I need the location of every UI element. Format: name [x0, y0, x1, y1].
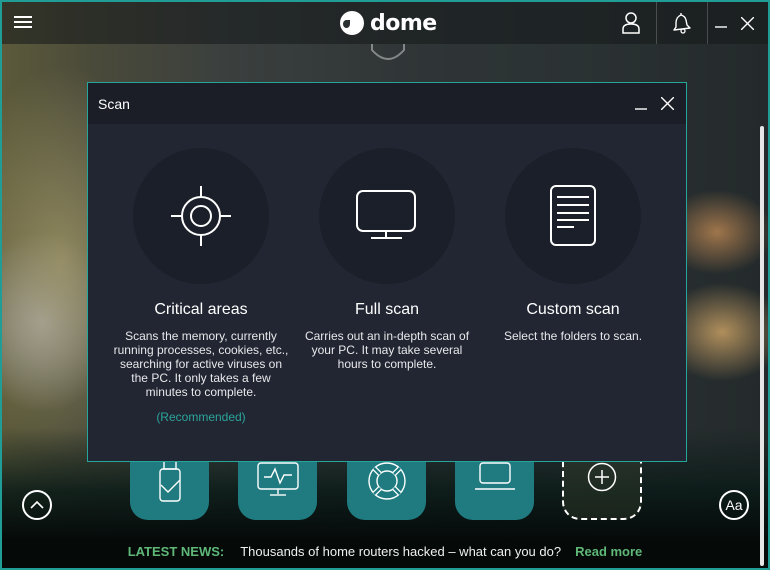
- add-icon: [587, 462, 617, 492]
- laptop-icon: [474, 462, 515, 490]
- tile-pc-monitor[interactable]: [238, 457, 317, 520]
- option-title: Custom scan: [526, 301, 620, 318]
- tile-devices[interactable]: [455, 457, 534, 520]
- dialog-title: Scan: [98, 95, 130, 112]
- font-size-button[interactable]: Aa: [719, 490, 749, 520]
- app-window: dome Aa LATEST NEWS: Thousands of home r…: [0, 0, 770, 570]
- chevron-up-icon: [30, 500, 44, 509]
- option-description: Carries out an in-depth scan of your PC.…: [304, 329, 470, 371]
- news-headline[interactable]: Thousands of home routers hacked – what …: [240, 544, 561, 559]
- minimize-icon: [715, 26, 727, 28]
- logo: dome: [340, 10, 437, 36]
- dialog-header: Scan: [88, 83, 686, 124]
- option-description: Scans the memory, currently running proc…: [113, 329, 289, 399]
- scan-option-full-scan[interactable]: Full scan Carries out an in-depth scan o…: [294, 148, 480, 371]
- usb-shield-icon: [158, 461, 181, 502]
- user-icon: [622, 12, 640, 34]
- scan-dialog: Scan Critical areas Scans the memory, cu…: [87, 82, 687, 462]
- add-tile-button[interactable]: [562, 457, 642, 520]
- quick-access-tiles: [2, 457, 768, 527]
- minimize-icon: [635, 107, 647, 110]
- logo-text: dome: [370, 10, 437, 36]
- minimize-button[interactable]: [708, 2, 734, 44]
- option-title: Full scan: [354, 301, 420, 318]
- account-button[interactable]: [606, 2, 656, 44]
- collapse-button[interactable]: [22, 490, 52, 520]
- shield-icon: [371, 44, 405, 60]
- close-icon: [660, 97, 674, 110]
- dialog-minimize-button[interactable]: [634, 97, 648, 111]
- tile-usb-protection[interactable]: [130, 457, 209, 520]
- recommended-label: (Recommended): [156, 410, 246, 424]
- bell-icon: [673, 13, 691, 34]
- option-description: Select the folders to scan.: [503, 329, 643, 343]
- monitor-icon: [356, 190, 416, 239]
- option-title: Critical areas: [154, 301, 248, 318]
- scan-option-critical-areas[interactable]: Critical areas Scans the memory, current…: [108, 148, 294, 424]
- hamburger-icon[interactable]: [14, 16, 32, 30]
- document-icon: [550, 185, 596, 246]
- close-icon: [740, 16, 754, 30]
- close-button[interactable]: [734, 2, 760, 44]
- font-size-label: Aa: [725, 497, 743, 513]
- news-label: LATEST NEWS:: [127, 543, 225, 559]
- lifebuoy-icon: [367, 462, 406, 500]
- notifications-button[interactable]: [657, 2, 707, 44]
- crosshair-icon: [171, 186, 231, 246]
- scan-option-custom-scan[interactable]: Custom scan Select the folders to scan.: [480, 148, 666, 343]
- news-bar: LATEST NEWS: Thousands of home routers h…: [2, 534, 768, 568]
- read-more-link[interactable]: Read more: [575, 544, 642, 559]
- logo-icon: [340, 11, 364, 35]
- title-bar: dome: [2, 2, 768, 44]
- monitor-pulse-icon: [256, 462, 299, 496]
- tile-rescue-kit[interactable]: [347, 457, 426, 520]
- dialog-close-button[interactable]: [660, 97, 674, 111]
